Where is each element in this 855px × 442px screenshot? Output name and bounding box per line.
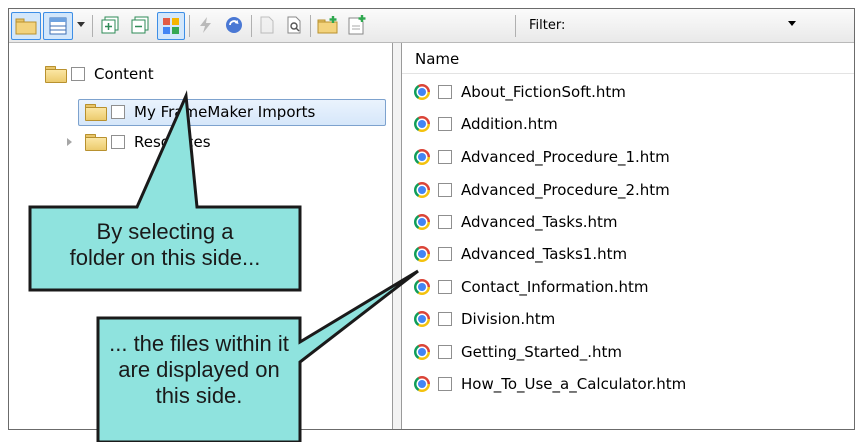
callout-second-text: ... the files within it are displayed on…: [100, 331, 298, 409]
callout-first-line1: By selecting a: [96, 219, 234, 244]
callout-second-line3: this side.: [155, 383, 243, 408]
callout-first-line2: folder on this side...: [69, 245, 261, 270]
callout-first-text: By selecting a folder on this side...: [32, 219, 298, 271]
callout-second-line1: ... the files within it: [109, 331, 289, 356]
callout-second-line2: are displayed on: [118, 357, 280, 382]
